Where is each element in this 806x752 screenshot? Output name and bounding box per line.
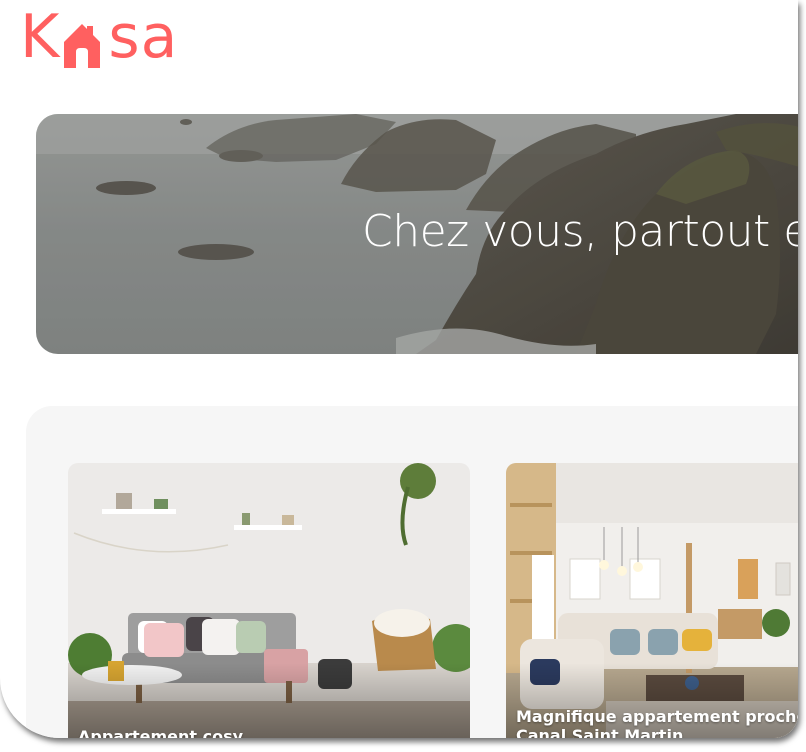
page-frame: K sa Chez vous, partout e Appartement co… (0, 0, 798, 738)
listings-gallery: Appartement cosy Magnifique appartement … (26, 406, 798, 738)
logo-letters-sa: sa (108, 2, 179, 72)
logo-letter-k: K (20, 2, 61, 72)
banner-title: Chez vous, partout et ailleurs (362, 206, 798, 257)
kasa-logo[interactable]: K sa (20, 2, 178, 72)
card-title: Magnifique appartement proche Canal Sain… (516, 707, 798, 738)
hero-banner: Chez vous, partout et ailleurs (36, 114, 798, 354)
listing-card[interactable]: Magnifique appartement proche Canal Sain… (506, 463, 798, 738)
card-title: Appartement cosy (78, 727, 244, 738)
listing-card[interactable]: Appartement cosy (68, 463, 470, 738)
house-icon (62, 15, 102, 68)
